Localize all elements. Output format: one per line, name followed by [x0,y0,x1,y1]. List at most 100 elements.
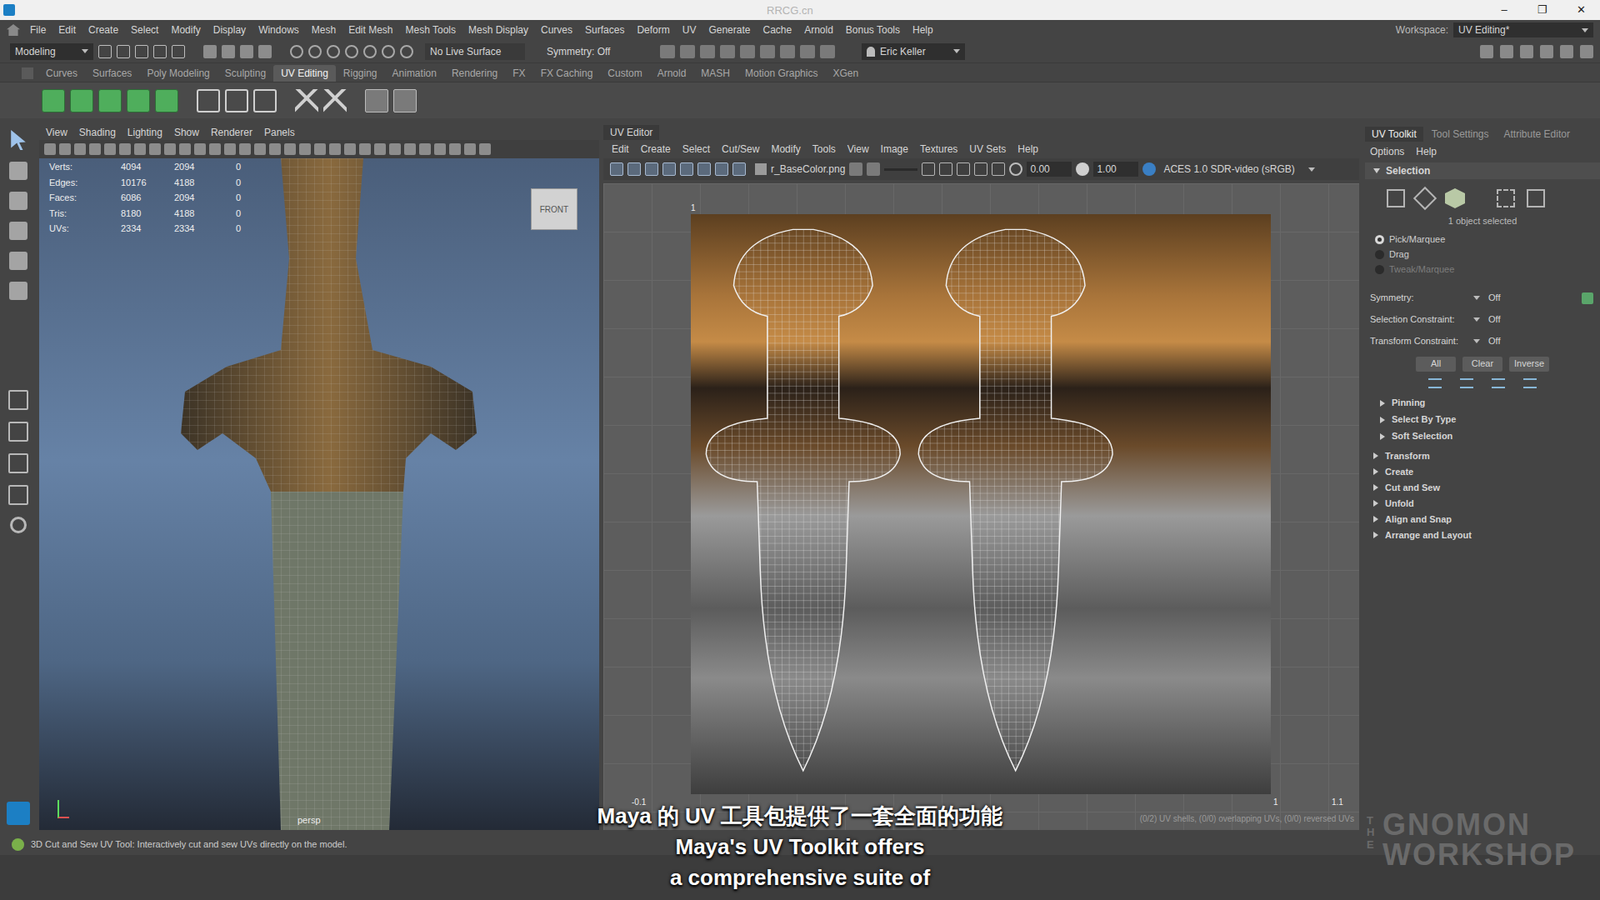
uv-menu-item[interactable]: View [847,141,870,157]
uv-view-icon[interactable] [645,162,659,176]
mode-dropdown[interactable]: Modeling [10,43,94,60]
transform-tool-icon[interactable] [9,191,28,210]
view-cube[interactable]: FRONT [530,188,578,230]
shelf-tab[interactable]: Sculpting [217,65,274,82]
viewport-menu-item[interactable]: Lighting [127,125,163,140]
grow-shrink-icon[interactable] [1491,378,1505,389]
viewport-tool-icon[interactable] [44,143,56,155]
menu-item[interactable]: Curves [540,22,573,38]
render-icon[interactable] [820,45,835,59]
snap-icon[interactable] [400,45,414,59]
uv-view-icon[interactable] [732,162,746,176]
file-tool-icon[interactable] [98,45,112,59]
uv-view-icon[interactable] [697,162,711,176]
select-mode-icon[interactable] [203,45,217,59]
component-icon[interactable] [1386,189,1405,208]
subsection-header[interactable]: Soft Selection [1365,428,1600,445]
radio-dot[interactable] [1375,265,1385,275]
grow-shrink-icon[interactable] [1523,378,1537,389]
snap-icon[interactable] [326,45,340,59]
display-icon[interactable] [956,162,970,176]
render-icon[interactable] [680,45,695,59]
panel-toggle-icon[interactable] [1560,45,1574,59]
section-header[interactable]: Arrange and Layout [1365,527,1600,544]
viewport-tool-icon[interactable] [404,143,416,155]
uv-menu-item[interactable]: Image [880,141,909,157]
mode-radio[interactable]: Pick/Marquee [1375,233,1600,247]
collapsed-arrow-icon[interactable] [1373,484,1379,491]
collapsed-arrow-icon[interactable] [1380,433,1385,440]
field-value[interactable]: Off [1488,290,1500,305]
menu-item[interactable]: Edit [58,22,76,38]
collapsed-arrow-icon[interactable] [1380,400,1385,407]
uv-menu-item[interactable]: Textures [920,141,958,157]
select-mode-icon[interactable] [258,45,272,59]
transform-tool-icon[interactable] [9,281,28,300]
uv-menu-item[interactable]: Tools [812,141,836,157]
viewport-tool-icon[interactable] [104,143,116,155]
menu-item[interactable]: Modify [170,22,200,38]
channel-icon[interactable] [866,162,880,176]
uv-view-icon[interactable] [662,162,676,176]
window-control-button[interactable]: ✕ [1561,1,1600,19]
shelf-tab[interactable]: Custom [600,65,650,82]
viewport-tool-icon[interactable] [359,143,371,155]
render-icon[interactable] [780,45,795,59]
viewport-tool-icon[interactable] [164,143,176,155]
transform-tool-icon[interactable] [9,161,28,180]
section-header[interactable]: Cut and Sew [1365,480,1600,496]
viewport-tool-icon[interactable] [284,143,296,155]
viewport-tool-icon[interactable] [89,143,101,155]
section-header[interactable]: Create [1365,464,1600,480]
uv-projection-icon[interactable] [41,89,65,113]
render-icon[interactable] [660,45,675,59]
menu-item[interactable]: File [30,22,46,38]
symmetry-icon[interactable] [1581,292,1594,305]
menu-item[interactable]: Edit Mesh [348,22,393,38]
viewport-tool-icon[interactable] [239,143,251,155]
user-dropdown[interactable]: Eric Keller [861,43,965,60]
menu-item[interactable]: Mesh Tools [405,22,456,38]
cut-sew-icon[interactable] [295,89,319,113]
field-value[interactable]: Off [1488,334,1500,349]
dropdown-arrow-icon[interactable] [1473,339,1480,344]
collapsed-arrow-icon[interactable] [1373,515,1379,523]
shelf-tab[interactable]: Curves [38,65,85,82]
display-icon[interactable] [991,162,1005,176]
toolkit-tab[interactable]: UV Toolkit [1365,126,1424,142]
file-tool-icon[interactable] [116,45,130,59]
uv-view-icon[interactable] [627,162,641,176]
render-icon[interactable] [760,45,775,59]
shelf-tab[interactable]: Arnold [650,65,695,82]
viewport-tool-icon[interactable] [464,143,476,155]
toolkit-tab[interactable]: Attribute Editor [1497,126,1577,142]
viewport-menu-item[interactable]: Show [174,125,200,140]
radio-dot[interactable] [1375,250,1385,260]
viewport-tool-icon[interactable] [194,143,206,155]
viewport-tool-icon[interactable] [449,143,461,155]
uv-menu-item[interactable]: Edit [611,141,630,157]
uv-view-icon[interactable] [715,162,729,176]
toolkit-menu-item[interactable]: Options [1370,144,1405,160]
marquee-icon[interactable] [1496,189,1515,208]
section-header[interactable]: Unfold [1365,495,1600,512]
dropdown-arrow-icon[interactable] [1473,317,1480,322]
viewport-tool-icon[interactable] [134,143,146,155]
collapsed-arrow-icon[interactable] [1373,500,1379,507]
shell-icon[interactable] [1413,186,1437,210]
transform-tool-icon[interactable] [9,221,28,240]
viewport-tool-icon[interactable] [329,143,341,155]
field-value[interactable]: Off [1488,312,1500,327]
shelf-tab[interactable]: MASH [693,65,738,82]
selection-button[interactable]: Inverse [1509,356,1550,372]
uv-menu-item[interactable]: UV Sets [969,141,1006,157]
viewport-menu-item[interactable]: Shading [79,125,116,140]
panel-toggle-icon[interactable] [1480,45,1494,59]
selection-button[interactable]: All [1415,356,1456,372]
shelf-tab[interactable]: FX [505,65,533,82]
uv-shells-icon[interactable] [690,214,1271,795]
menu-item[interactable]: Create [88,22,119,38]
transform-tool-icon[interactable] [9,251,28,270]
symmetry-field[interactable]: Symmetry: Off [541,43,642,60]
home-icon[interactable] [6,24,20,36]
